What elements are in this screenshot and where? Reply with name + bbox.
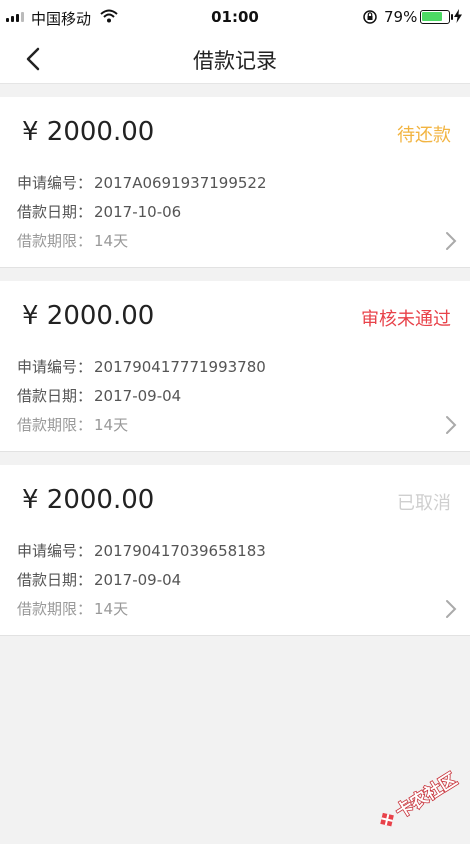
- chevron-right-icon[interactable]: [444, 231, 458, 251]
- chevron-right-icon[interactable]: [444, 415, 458, 435]
- watermark-text: 卡农社区: [392, 769, 461, 823]
- chevron-right-icon[interactable]: [444, 599, 458, 619]
- loan-term-value: 14天: [94, 416, 129, 434]
- battery-percent: 79%: [384, 8, 418, 26]
- loan-term-row: 借款期限： 14天: [17, 230, 128, 251]
- loan-term-row: 借款期限： 14天: [17, 598, 128, 619]
- loan-record-card[interactable]: ¥ 2000.00 审核未通过 申请编号： 201790417771993780 …: [0, 281, 470, 452]
- loan-date-value: 2017-09-04: [94, 571, 182, 589]
- status-badge: 已取消: [397, 493, 451, 514]
- page-title: 借款记录: [193, 49, 277, 73]
- loan-date-value: 2017-09-04: [94, 387, 182, 405]
- nav-bar: 借款记录: [0, 34, 470, 84]
- loan-date-label: 借款日期：: [17, 387, 93, 405]
- loan-amount: ¥ 2000.00: [22, 485, 155, 515]
- loan-amount: ¥ 2000.00: [22, 117, 155, 147]
- apply-no-row: 申请编号： 2017A0691937199522: [17, 172, 267, 193]
- battery-icon: [420, 10, 453, 24]
- watermark-logo: 卡农社区: [366, 763, 466, 833]
- apply-no-value: 2017A0691937199522: [94, 174, 267, 192]
- loan-date-row: 借款日期： 2017-09-04: [17, 385, 181, 406]
- loan-date-value: 2017-10-06: [94, 203, 182, 221]
- loan-term-label: 借款期限：: [17, 232, 93, 250]
- loan-term-row: 借款期限： 14天: [17, 414, 128, 435]
- status-badge: 审核未通过: [361, 309, 451, 330]
- loan-term-value: 14天: [94, 232, 129, 250]
- apply-no-value: 201790417039658183: [94, 542, 266, 560]
- status-badge: 待还款: [397, 125, 451, 146]
- apply-no-label: 申请编号：: [17, 174, 93, 192]
- apply-no-row: 申请编号： 201790417771993780: [17, 356, 266, 377]
- loan-record-card[interactable]: ¥ 2000.00 已取消 申请编号： 201790417039658183 借款…: [0, 465, 470, 636]
- loan-date-row: 借款日期： 2017-10-06: [17, 201, 181, 222]
- status-bar: 中国移动 01:00 79%: [0, 0, 470, 34]
- apply-no-label: 申请编号：: [17, 358, 93, 376]
- apply-no-label: 申请编号：: [17, 542, 93, 560]
- loan-date-row: 借款日期： 2017-09-04: [17, 569, 181, 590]
- loan-amount: ¥ 2000.00: [22, 301, 155, 331]
- apply-no-row: 申请编号： 201790417039658183: [17, 540, 266, 561]
- loan-term-label: 借款期限：: [17, 600, 93, 618]
- loan-term-label: 借款期限：: [17, 416, 93, 434]
- loan-term-value: 14天: [94, 600, 129, 618]
- apply-no-value: 201790417771993780: [94, 358, 266, 376]
- loan-date-label: 借款日期：: [17, 571, 93, 589]
- loan-record-card[interactable]: ¥ 2000.00 待还款 申请编号： 2017A0691937199522 借款…: [0, 97, 470, 268]
- loan-date-label: 借款日期：: [17, 203, 93, 221]
- battery-level: [422, 12, 442, 21]
- charging-icon: [454, 9, 462, 27]
- rotation-lock-icon: [362, 9, 378, 29]
